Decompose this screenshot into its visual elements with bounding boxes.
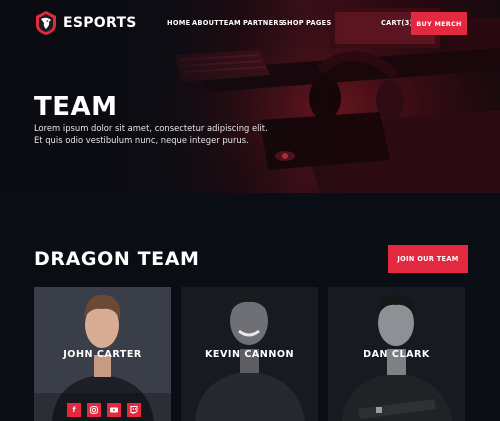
twitch-icon[interactable] [127, 403, 141, 417]
top-nav: ESPORTS HOME ABOUT TEAM PARTNERS SHOP PA… [0, 0, 500, 46]
player-name: DAN CLARK [363, 349, 430, 360]
nav-pages[interactable]: PAGES [306, 19, 332, 27]
hero-description: Lorem ipsum dolor sit amet, consectetur … [34, 123, 268, 145]
brand-name[interactable]: ESPORTS [63, 15, 137, 31]
instagram-icon[interactable] [87, 403, 101, 417]
nav-partners[interactable]: PARTNERS [243, 19, 284, 27]
facebook-icon[interactable]: f [67, 403, 81, 417]
join-team-button[interactable]: JOIN OUR TEAM [388, 245, 468, 273]
player-name: KEVIN CANNON [204, 349, 295, 360]
player-name: JOHN CARTER [63, 349, 142, 360]
buy-merch-button[interactable]: BUY MERCH [411, 12, 467, 35]
nav-about[interactable]: ABOUT [192, 19, 219, 27]
cart-link[interactable]: CART(3) [381, 19, 413, 27]
dragon-logo-icon[interactable] [34, 10, 58, 36]
page-title: TEAM [34, 92, 118, 122]
nav-team[interactable]: TEAM [219, 19, 241, 27]
section-title: DRAGON TEAM [34, 248, 200, 270]
player-social-links: f [67, 403, 141, 417]
nav-home[interactable]: HOME [167, 19, 190, 27]
nav-shop[interactable]: SHOP [282, 19, 304, 27]
youtube-icon[interactable] [107, 403, 121, 417]
